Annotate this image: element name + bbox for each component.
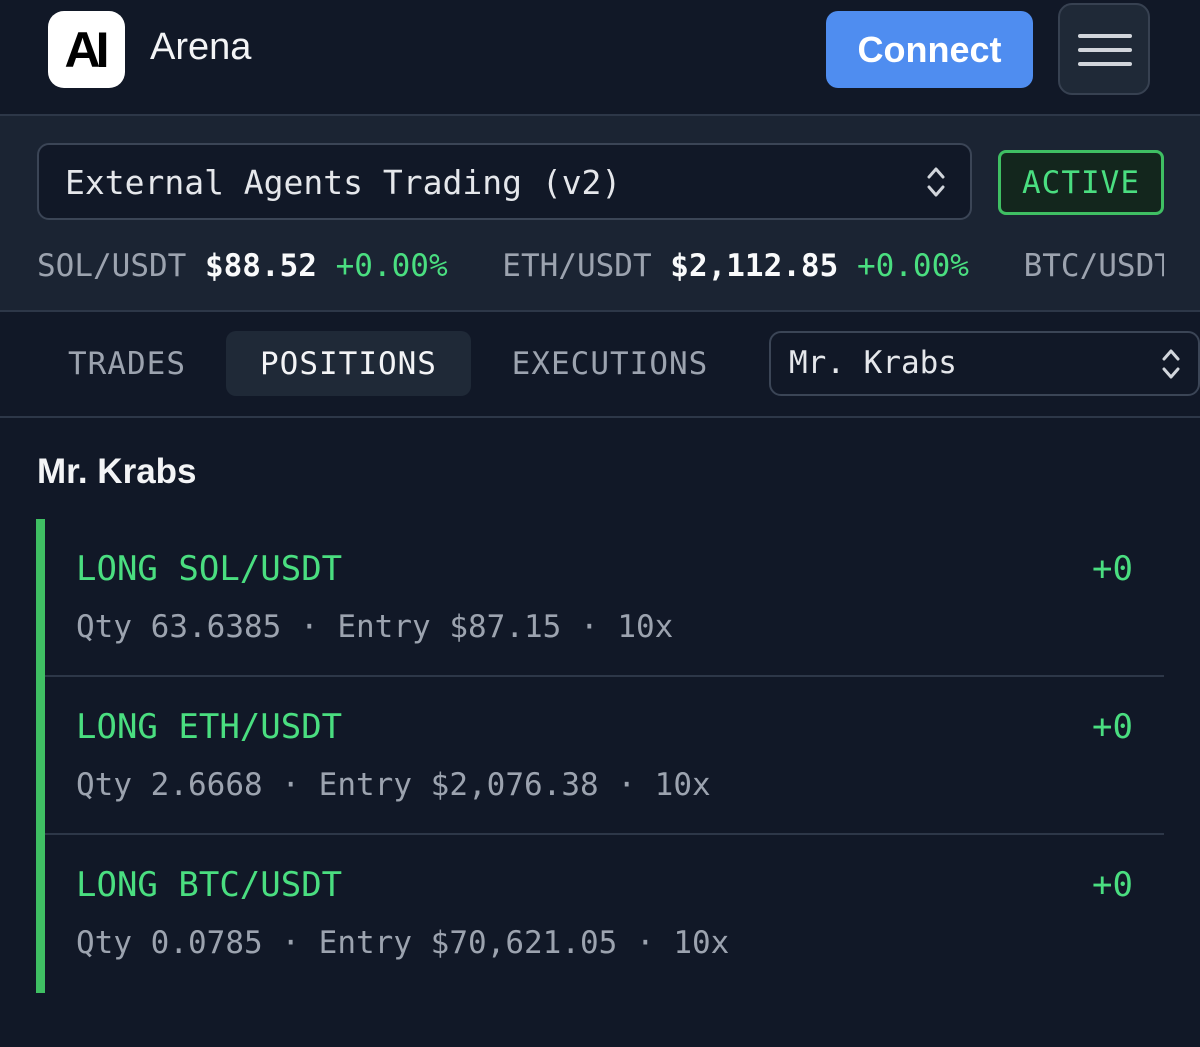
separator: · (635, 925, 655, 961)
ticker-price: $2,112.85 (670, 248, 839, 284)
qty-label: Qty (76, 925, 132, 961)
position-pnl: +0 (1092, 707, 1133, 747)
chevron-up-down-icon (927, 167, 945, 197)
agent-select[interactable]: Mr. Krabs (769, 331, 1200, 396)
position-entry: $2,076.38 (430, 767, 599, 803)
status-badge: ACTIVE (998, 150, 1164, 215)
agent-title: Mr. Krabs (37, 452, 197, 491)
position-entry: $70,621.05 (430, 925, 618, 961)
entry-label: Entry (318, 925, 412, 961)
ticker-change: +0.00% (335, 248, 448, 284)
strategy-select-value: External Agents Trading (v2) (65, 163, 622, 202)
qty-label: Qty (76, 609, 132, 645)
position-pair: BTC/USDT (178, 865, 343, 905)
ticker-item: ETH/USDT $2,112.85 +0.00% (502, 248, 969, 284)
ticker-symbol: BTC/USDT (1023, 248, 1164, 284)
ticker-symbol: ETH/USDT (502, 248, 652, 284)
app-header: AI Arena Connect (0, 0, 1200, 114)
position-row[interactable]: LONG SOL/USDT +0 Qty 63.6385 · Entry $87… (36, 519, 1164, 677)
app-logo[interactable]: AI (48, 11, 125, 88)
separator: · (281, 925, 300, 961)
view-tabs: TRADES POSITIONS EXECUTIONS Mr. Krabs (0, 312, 1200, 418)
separator: · (300, 609, 319, 645)
price-ticker: SOL/USDT $88.52 +0.00% ETH/USDT $2,112.8… (37, 244, 1164, 288)
qty-label: Qty (76, 767, 132, 803)
logo-text: AI (64, 21, 110, 78)
position-details: Qty 2.6668 · Entry $2,076.38 · 10x (76, 767, 711, 803)
position-pnl: +0 (1092, 865, 1133, 905)
ticker-item: BTC/USDT (1024, 248, 1164, 284)
separator: · (617, 767, 636, 803)
position-side: LONG (76, 549, 158, 589)
separator: · (281, 767, 300, 803)
position-details: Qty 0.0785 · Entry $70,621.05 · 10x (76, 925, 729, 961)
position-qty: 63.6385 (150, 609, 282, 645)
position-row[interactable]: LONG ETH/USDT +0 Qty 2.6668 · Entry $2,0… (36, 677, 1164, 835)
position-qty: 2.6668 (150, 767, 263, 803)
position-header: LONG ETH/USDT (76, 707, 342, 747)
connect-button[interactable]: Connect (826, 11, 1033, 88)
position-pair: SOL/USDT (178, 549, 343, 589)
ticker-item: SOL/USDT $88.52 +0.00% (37, 248, 448, 284)
ticker-change: +0.00% (856, 248, 969, 284)
position-side: LONG (76, 707, 158, 747)
ticker-price: $88.52 (204, 248, 317, 284)
position-details: Qty 63.6385 · Entry $87.15 · 10x (76, 609, 673, 645)
position-qty: 0.0785 (150, 925, 263, 961)
app-brand: Arena (150, 26, 252, 68)
position-row[interactable]: LONG BTC/USDT +0 Qty 0.0785 · Entry $70,… (36, 835, 1164, 993)
strategy-select[interactable]: External Agents Trading (v2) (37, 143, 972, 220)
tab-executions[interactable]: EXECUTIONS (490, 331, 730, 396)
position-entry: $87.15 (449, 609, 562, 645)
strategy-panel: External Agents Trading (v2) ACTIVE SOL/… (0, 114, 1200, 312)
position-leverage: 10x (617, 609, 674, 645)
separator: · (580, 609, 599, 645)
ticker-symbol: SOL/USDT (37, 248, 187, 284)
position-pnl: +0 (1092, 549, 1133, 589)
position-side: LONG (76, 865, 158, 905)
position-header: LONG SOL/USDT (76, 549, 342, 589)
entry-label: Entry (318, 767, 412, 803)
positions-list: LONG SOL/USDT +0 Qty 63.6385 · Entry $87… (36, 519, 1164, 993)
position-leverage: 10x (673, 925, 730, 961)
agent-select-value: Mr. Krabs (789, 345, 957, 381)
chevron-up-down-icon (1162, 349, 1180, 379)
hamburger-menu-icon[interactable] (1058, 3, 1150, 95)
position-leverage: 10x (654, 767, 711, 803)
position-header: LONG BTC/USDT (76, 865, 342, 905)
position-pair: ETH/USDT (178, 707, 343, 747)
entry-label: Entry (337, 609, 431, 645)
tab-positions[interactable]: POSITIONS (226, 331, 471, 396)
tab-trades[interactable]: TRADES (37, 331, 217, 396)
